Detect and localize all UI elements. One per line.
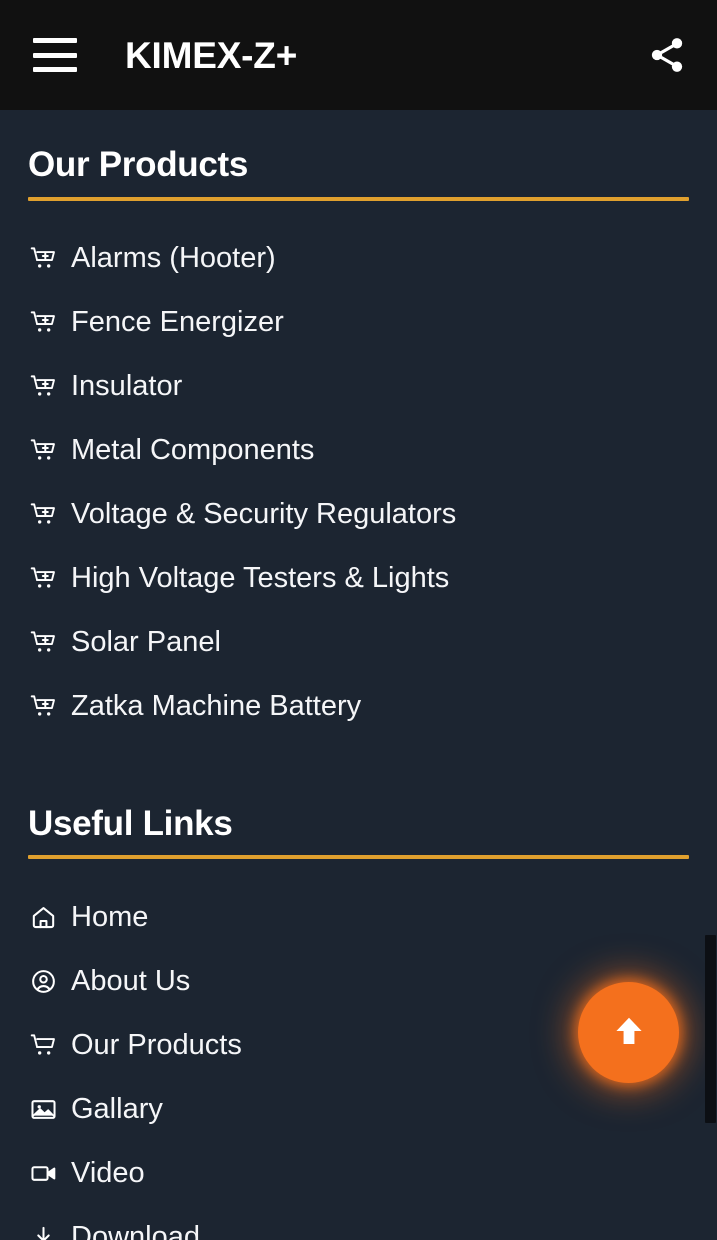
product-item-label: Alarms (Hooter) [71, 242, 276, 274]
cart-plus-icon [28, 372, 58, 402]
link-item-download[interactable]: Download [28, 1215, 689, 1240]
cart-plus-icon [28, 244, 58, 274]
arrow-up-icon [608, 1010, 650, 1055]
link-item-label: Download [71, 1220, 200, 1240]
product-item-zatka-machine-battery[interactable]: Zatka Machine Battery [28, 685, 689, 729]
page-title: KIMEX-Z+ [125, 34, 298, 76]
image-icon [28, 1094, 58, 1124]
product-item-label: Solar Panel [71, 626, 221, 658]
section-divider [28, 196, 689, 201]
cart-plus-icon [28, 692, 58, 722]
video-camera-icon [28, 1158, 58, 1188]
useful-links-list: Home About Us Our Products Gallary Video… [28, 895, 689, 1240]
hamburger-bar [33, 67, 77, 72]
hamburger-menu-icon[interactable] [33, 38, 77, 72]
product-item-label: High Voltage Testers & Lights [71, 562, 450, 594]
scroll-to-top-button[interactable] [578, 982, 679, 1083]
scrollbar-thumb[interactable] [705, 935, 716, 1123]
product-item-label: Insulator [71, 370, 183, 402]
cart-plus-icon [28, 628, 58, 658]
product-item-insulator[interactable]: Insulator [28, 365, 689, 409]
our-products-list: Alarms (Hooter) Fence Energizer Insulato… [28, 237, 689, 729]
product-item-label: Zatka Machine Battery [71, 690, 362, 722]
link-item-label: Video [71, 1156, 145, 1189]
product-item-solar-panel[interactable]: Solar Panel [28, 621, 689, 665]
cart-plus-icon [28, 500, 58, 530]
share-icon[interactable] [644, 32, 690, 78]
home-icon [28, 902, 58, 932]
cart-plus-icon [28, 308, 58, 338]
link-item-gallary[interactable]: Gallary [28, 1087, 689, 1131]
section-divider [28, 855, 689, 859]
product-item-fence-energizer[interactable]: Fence Energizer [28, 301, 689, 345]
link-item-about-us[interactable]: About Us [28, 959, 689, 1003]
link-item-label: Gallary [71, 1092, 163, 1125]
cart-plus-icon [28, 564, 58, 594]
product-item-high-voltage-testers-lights[interactable]: High Voltage Testers & Lights [28, 557, 689, 601]
link-item-label: Home [71, 900, 149, 933]
cart-plus-icon [28, 436, 58, 466]
our-products-heading: Our Products [28, 145, 249, 184]
product-item-label: Voltage & Security Regulators [71, 498, 457, 530]
link-item-video[interactable]: Video [28, 1151, 689, 1195]
app-screen: KIMEX-Z+ Our Products Alarms (Hooter) Fe… [0, 0, 717, 1240]
link-item-label: Our Products [71, 1028, 242, 1061]
hamburger-bar [33, 52, 77, 58]
our-products-section: Our Products Alarms (Hooter) Fence Energ… [0, 110, 717, 729]
product-item-label: Fence Energizer [71, 306, 284, 338]
product-item-voltage-security-regulators[interactable]: Voltage & Security Regulators [28, 493, 689, 537]
cart-icon [28, 1030, 58, 1060]
product-item-metal-components[interactable]: Metal Components [28, 429, 689, 473]
product-item-alarms-hooter[interactable]: Alarms (Hooter) [28, 237, 689, 281]
hamburger-bar [33, 38, 77, 43]
link-item-home[interactable]: Home [28, 895, 689, 939]
useful-links-heading: Useful Links [28, 803, 233, 843]
scrollbar-track[interactable] [704, 110, 717, 1240]
download-icon [28, 1222, 58, 1240]
user-circle-icon [28, 966, 58, 996]
app-header: KIMEX-Z+ [0, 0, 717, 110]
link-item-label: About Us [71, 964, 191, 997]
product-item-label: Metal Components [71, 434, 315, 466]
